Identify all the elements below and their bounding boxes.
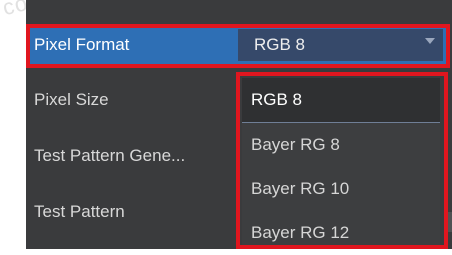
test-pattern-label: Test Pattern <box>34 202 125 221</box>
pixel-format-label: Pixel Format <box>34 35 130 54</box>
test-pattern-generator-label: Test Pattern Gene... <box>34 146 186 165</box>
pixel-format-row[interactable]: Pixel Format RGB 8 <box>26 26 446 64</box>
dropdown-option-bayer-rg12[interactable]: Bayer RG 12 <box>242 211 440 255</box>
pixel-size-label: Pixel Size <box>34 90 109 109</box>
pixel-format-select[interactable]: RGB 8 <box>238 29 443 61</box>
pixel-format-value: RGB 8 <box>254 35 306 54</box>
scrollbar-thumb[interactable] <box>444 212 452 232</box>
chevron-down-icon[interactable] <box>425 38 435 44</box>
dropdown-option-bayer-rg10[interactable]: Bayer RG 10 <box>242 167 440 211</box>
pixel-format-dropdown: RGB 8 Bayer RG 8 Bayer RG 10 Bayer RG 12 <box>242 78 440 249</box>
dropdown-option-bayer-rg8[interactable]: Bayer RG 8 <box>242 123 440 167</box>
dropdown-option-rgb8[interactable]: RGB 8 <box>242 78 440 123</box>
